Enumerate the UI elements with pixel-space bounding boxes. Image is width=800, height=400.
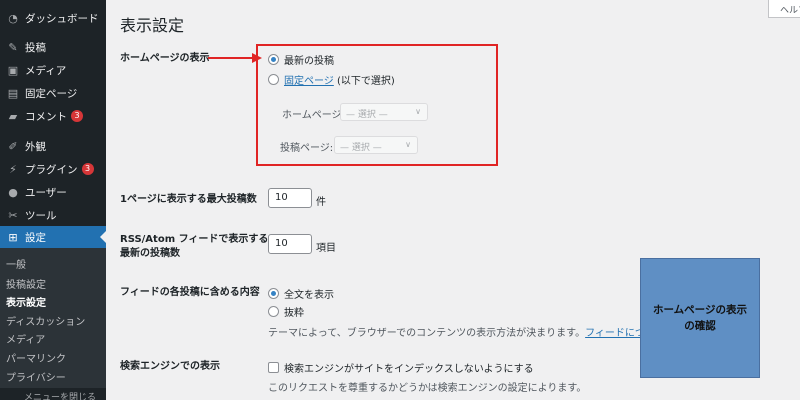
active-indicator (100, 231, 106, 243)
homepage-display-label: ホームページの表示 (120, 53, 210, 64)
sidebar-item-comments[interactable]: ▰ コメント 3 (0, 105, 106, 127)
sidebar-item-label: メディア (25, 64, 67, 77)
settings-icon: ⊞ (8, 230, 18, 244)
comment-icon: ▰ (8, 109, 18, 123)
annotation-highlight-box (256, 44, 498, 166)
sidebar-item-appearance[interactable]: ✐ 外観 (0, 135, 106, 157)
option-full-text[interactable]: 全文を表示 (268, 286, 334, 301)
full-text-label: 全文を表示 (284, 290, 334, 301)
feed-items-input[interactable]: 10 (268, 234, 312, 254)
posts-per-page-label: 1ページに表示する最大投稿数 (120, 194, 257, 205)
settings-submenu: 一般 投稿設定 表示設定 ディスカッション メディア パーマリンク プライバシー (0, 248, 106, 388)
sidebar-item-pages[interactable]: ▤ 固定ページ (0, 82, 106, 104)
posts-per-page-input[interactable]: 10 (268, 188, 312, 208)
sidebar-item-label: 外観 (25, 140, 46, 153)
pin-icon: ✎ (8, 40, 18, 54)
sidebar-item-label: プラグイン (25, 163, 78, 176)
excerpt-label: 抜粋 (284, 308, 304, 319)
sidebar-item-label: 固定ページ (25, 87, 78, 100)
plugin-icon: ⚡ (9, 162, 17, 176)
discourage-indexing-checkbox[interactable] (268, 362, 279, 373)
sidebar-item-label: ユーザー (25, 186, 67, 199)
feed-content-description: テーマによって、ブラウザーでのコンテンツの表示方法が決まります。フィードについて (268, 324, 640, 339)
sidebar-item-users[interactable]: ● ユーザー (0, 181, 106, 203)
search-engine-description: このリクエストを尊重するかどうかは検索エンジンの設定によります。 (268, 383, 587, 394)
collapse-menu-label: メニューを閉じる (24, 393, 97, 400)
sidebar-item-label: 投稿 (25, 41, 46, 54)
discourage-indexing-label: 検索エンジンがサイトをインデックスしないようにする (284, 364, 534, 375)
sidebar-item-label: ツール (25, 209, 57, 222)
sidebar-item-label: ダッシュボード (25, 12, 99, 25)
option-discourage-indexing[interactable]: 検索エンジンがサイトをインデックスしないようにする (268, 360, 534, 375)
help-tab-label: ヘルプ (780, 6, 800, 16)
full-text-radio[interactable] (268, 288, 279, 299)
submenu-item-privacy[interactable]: プライバシー (6, 369, 66, 384)
sidebar-item-plugins[interactable]: ⚡ プラグイン 3 (0, 158, 106, 180)
help-tab[interactable]: ヘルプ (768, 0, 800, 18)
sidebar-item-label: コメント (25, 110, 67, 123)
admin-sidebar: ◔ ダッシュボード ✎ 投稿 ▣ メディア ▤ 固定ページ ▰ コメント 3 ✐… (0, 0, 106, 400)
posts-per-page-unit: 件 (316, 197, 326, 208)
dashboard-icon: ◔ (8, 11, 18, 25)
feed-items-label-line2: 最新の投稿数 (120, 248, 180, 259)
submenu-item-general[interactable]: 一般 (6, 256, 26, 271)
option-excerpt[interactable]: 抜粋 (268, 304, 304, 319)
page-icon: ▤ (7, 86, 19, 100)
feed-items-label: RSS/Atom フィードで表示する 最新の投稿数 (120, 233, 268, 261)
feed-items-unit: 項目 (316, 243, 336, 254)
feed-about-link[interactable]: フィードについて (585, 328, 640, 339)
sidebar-item-label: 設定 (25, 231, 46, 244)
media-icon: ▣ (7, 63, 19, 77)
feed-description-text: テーマによって、ブラウザーでのコンテンツの表示方法が決まります。 (268, 328, 586, 339)
annotation-arrow-icon (208, 53, 262, 63)
sidebar-item-tools[interactable]: ✂ ツール (0, 204, 106, 226)
submenu-item-reading[interactable]: 表示設定 (6, 294, 46, 309)
feed-content-label: フィードの各投稿に含める内容 (120, 287, 260, 298)
page-title: 表示設定 (120, 16, 185, 35)
plugin-count-badge: 3 (81, 163, 94, 175)
search-engine-label: 検索エンジンでの表示 (120, 361, 220, 372)
submenu-item-discussion[interactable]: ディスカッション (6, 313, 85, 328)
collapse-menu[interactable]: メニューを閉じる (0, 390, 106, 400)
sidebar-item-media[interactable]: ▣ メディア (0, 59, 106, 81)
user-icon: ● (8, 185, 18, 199)
submenu-item-writing[interactable]: 投稿設定 (6, 276, 46, 291)
brush-icon: ✐ (8, 139, 18, 153)
sidebar-item-settings[interactable]: ⊞ 設定 (0, 226, 106, 248)
excerpt-radio[interactable] (268, 306, 279, 317)
feed-items-label-line1: RSS/Atom フィードで表示する (120, 234, 269, 245)
callout-text: ホームページの表示 の確認 (653, 304, 747, 332)
sidebar-item-posts[interactable]: ✎ 投稿 (0, 36, 106, 58)
sidebar-item-dashboard[interactable]: ◔ ダッシュボード (0, 7, 106, 29)
wrench-icon: ✂ (8, 208, 18, 222)
submenu-item-media[interactable]: メディア (6, 331, 45, 346)
annotation-callout: ホームページの表示 の確認 (640, 258, 760, 378)
submenu-item-permalinks[interactable]: パーマリンク (6, 350, 66, 365)
comment-count-badge: 3 (71, 110, 83, 122)
